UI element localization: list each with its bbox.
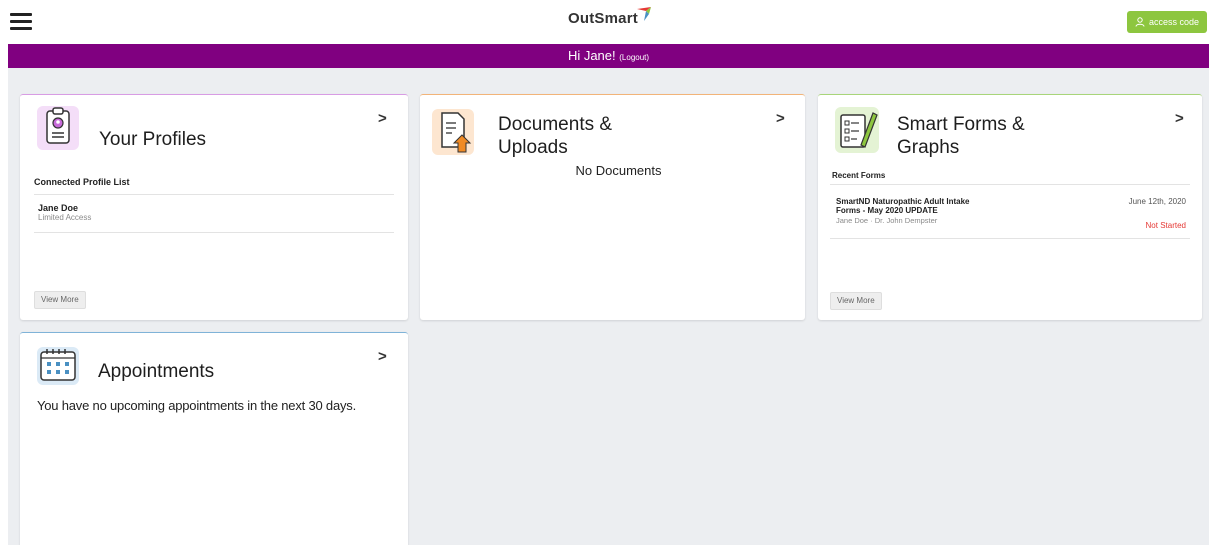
chevron-right-icon[interactable]: >	[378, 110, 387, 127]
divider	[830, 238, 1190, 239]
no-documents-text: No Documents	[575, 163, 662, 178]
documents-card: Documents & Uploads > No Documents	[420, 94, 805, 320]
profiles-title: Your Profiles	[99, 129, 207, 150]
divider	[830, 184, 1190, 185]
chevron-right-icon[interactable]: >	[378, 348, 387, 365]
greeting-bar: Hi Jane! (Logout)	[8, 44, 1209, 68]
dashboard-content: Your Profiles > Connected Profile List J…	[8, 68, 1209, 545]
appointments-title: Appointments	[98, 361, 215, 382]
greeting-text: Hi Jane!	[567, 48, 616, 63]
app-logo-text: OutSmart	[568, 10, 638, 27]
forms-title-line1: Smart Forms &	[897, 114, 1025, 135]
profiles-card: Your Profiles > Connected Profile List J…	[20, 94, 408, 320]
form-status-badge: Not Started	[1145, 221, 1186, 230]
divider	[34, 232, 394, 233]
calendar-icon	[37, 347, 79, 385]
document-upload-icon	[432, 109, 474, 155]
recent-forms-label: Recent Forms	[832, 171, 886, 180]
profiles-view-more-button[interactable]: View More	[34, 291, 86, 309]
access-code-button[interactable]: access code	[1127, 11, 1207, 33]
chevron-right-icon[interactable]: >	[776, 110, 785, 127]
appointments-card: Appointments > You have no upcoming appo…	[20, 332, 408, 545]
profile-access-level: Limited Access	[38, 213, 92, 222]
hamburger-icon[interactable]	[10, 13, 32, 31]
divider	[34, 194, 394, 195]
clipboard-profile-icon	[37, 106, 79, 150]
access-code-label: access code	[1148, 17, 1200, 27]
connected-profile-list-label: Connected Profile List	[34, 177, 130, 187]
forms-card: Smart Forms & Graphs > Recent Forms Smar…	[818, 94, 1202, 320]
form-name-line2[interactable]: Forms - May 2020 UPDATE	[836, 206, 938, 215]
user-icon	[1135, 17, 1145, 27]
documents-title-line2: Uploads	[498, 137, 568, 158]
no-appointments-text: You have no upcoming appointments in the…	[37, 398, 357, 413]
documents-title-line1: Documents &	[498, 114, 613, 135]
forms-title-line2: Graphs	[897, 137, 960, 158]
form-name-line1[interactable]: SmartND Naturopathic Adult Intake	[836, 197, 970, 206]
forms-view-more-button[interactable]: View More	[830, 292, 882, 310]
form-people: Jane Doe · Dr. John Dempster	[836, 216, 938, 225]
form-date: June 12th, 2020	[1128, 197, 1186, 206]
chevron-right-icon[interactable]: >	[1175, 110, 1184, 127]
logout-link[interactable]: (Logout)	[619, 53, 649, 62]
profile-name[interactable]: Jane Doe	[38, 203, 78, 213]
form-pencil-icon	[835, 107, 879, 153]
logo-mark-icon	[637, 7, 651, 21]
top-bar: OutSmart access code	[0, 0, 1209, 44]
